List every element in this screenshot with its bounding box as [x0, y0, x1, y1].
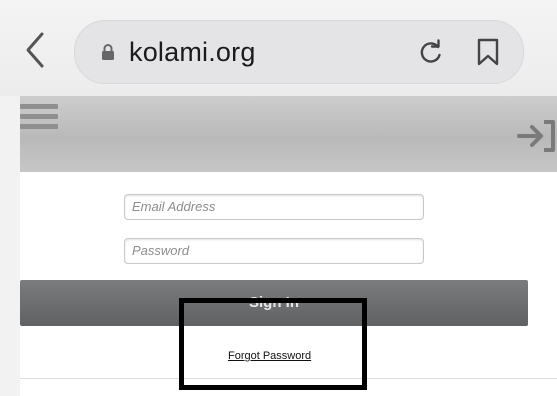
menu-bar [20, 124, 58, 129]
back-button[interactable] [22, 30, 50, 70]
hamburger-menu-icon[interactable] [20, 102, 62, 136]
highlight-annotation-box [179, 298, 367, 390]
phone-screen: kolami.org Email Address Password Sign I… [0, 0, 557, 396]
address-bar[interactable]: kolami.org [74, 20, 524, 84]
site-header [20, 96, 557, 172]
password-placeholder: Password [132, 243, 190, 258]
bookmark-icon [477, 38, 499, 66]
url-text: kolami.org [129, 37, 256, 67]
sign-in-icon [517, 120, 555, 152]
reload-button[interactable] [417, 38, 445, 66]
email-field[interactable]: Email Address [124, 194, 424, 220]
email-placeholder: Email Address [132, 199, 216, 214]
reload-icon [420, 39, 441, 63]
browser-toolbar: kolami.org [0, 0, 557, 96]
menu-bar [20, 114, 58, 119]
bookmark-button[interactable] [476, 37, 500, 67]
chevron-left-icon [26, 32, 44, 68]
menu-bar [20, 104, 58, 109]
lock-icon [102, 44, 114, 60]
sign-in-button[interactable] [517, 118, 557, 154]
password-field[interactable]: Password [124, 238, 424, 264]
